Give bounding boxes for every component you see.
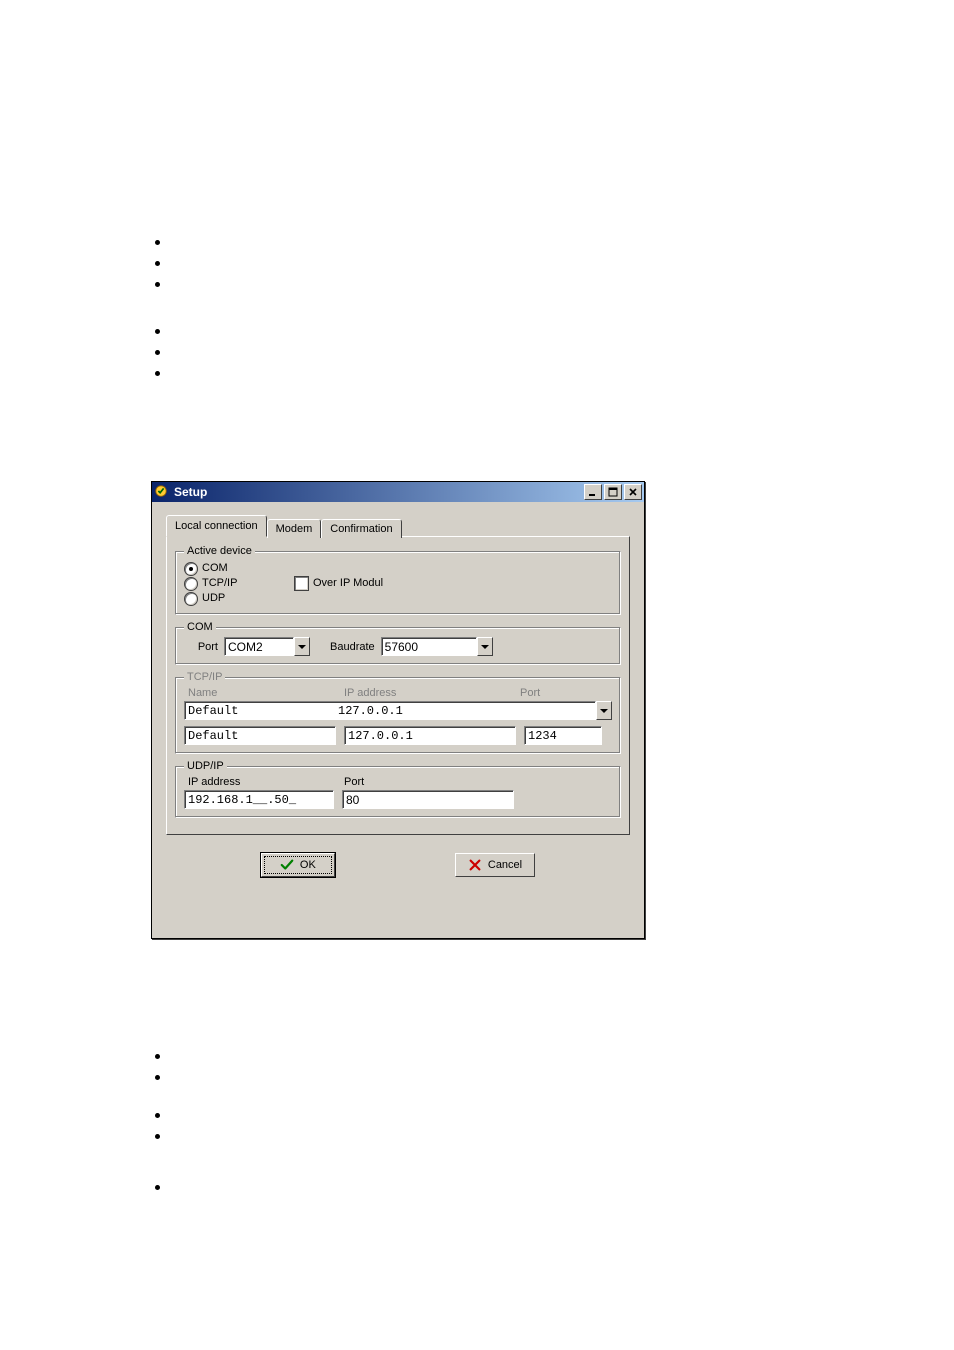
radio-udp[interactable]: UDP: [184, 591, 294, 606]
group-com: COM Port COM2 Baudrate 57600: [175, 621, 621, 665]
com-port-label: Port: [184, 641, 218, 653]
tcpip-port-input[interactable]: 1234: [524, 726, 602, 745]
dropdown-button[interactable]: [596, 701, 612, 720]
page-bullet-list: [155, 1113, 160, 1155]
tcpip-port-header: Port: [520, 687, 540, 699]
page-bullet-list: [155, 240, 160, 303]
checkbox-label: Over IP Modul: [313, 576, 383, 591]
tab-label: Confirmation: [330, 523, 392, 535]
tab-label: Modem: [276, 523, 313, 535]
tcpip-preset-display: Default 127.0.0.1: [184, 701, 596, 720]
group-udpip: UDP/IP IP address Port 192.168.1__.50_ 8…: [175, 760, 621, 818]
tcpip-ip-input[interactable]: 127.0.0.1: [344, 726, 516, 745]
bullet-icon: [155, 1054, 160, 1059]
button-bar: OK Cancel: [166, 835, 630, 881]
close-button[interactable]: [624, 484, 642, 500]
bullet-icon: [155, 282, 160, 287]
checkbox-icon: [294, 576, 309, 591]
tab-modem[interactable]: Modem: [267, 519, 322, 538]
tab-confirmation[interactable]: Confirmation: [321, 519, 401, 538]
udpip-port-input[interactable]: 80: [342, 790, 514, 809]
udpip-ip-input[interactable]: 192.168.1__.50_: [184, 790, 334, 809]
bullet-icon: [155, 1113, 160, 1118]
tab-local-connection[interactable]: Local connection: [166, 515, 267, 537]
udpip-ip-header: IP address: [184, 776, 338, 788]
chevron-down-icon: [298, 645, 306, 649]
titlebar[interactable]: Setup: [152, 482, 644, 502]
com-baud-value: 57600: [381, 637, 477, 656]
radio-label: TCP/IP: [202, 576, 237, 591]
group-legend: Active device: [184, 545, 255, 557]
tcpip-preset-ip: 127.0.0.1: [338, 704, 403, 718]
radio-icon: [184, 592, 198, 606]
bullet-icon: [155, 1075, 160, 1080]
tcpip-ip-header: IP address: [344, 687, 514, 699]
group-tcpip: TCP/IP Name IP address Port Default 127.…: [175, 671, 621, 754]
udpip-port-header: Port: [344, 776, 364, 788]
com-baud-label: Baudrate: [330, 641, 375, 653]
checkbox-over-ip-modul[interactable]: Over IP Modul: [294, 576, 383, 591]
com-port-value: COM2: [224, 637, 294, 656]
window-title: Setup: [174, 485, 582, 499]
tcpip-preset-combo[interactable]: Default 127.0.0.1: [184, 701, 612, 720]
dropdown-button[interactable]: [294, 637, 310, 656]
page-bullet-list: [155, 1054, 160, 1096]
app-icon: [154, 484, 170, 500]
radio-icon: [184, 577, 198, 591]
group-legend: COM: [184, 621, 216, 633]
chevron-down-icon: [600, 709, 608, 713]
button-label: OK: [300, 859, 316, 871]
check-icon: [280, 858, 294, 872]
com-baud-combo[interactable]: 57600: [381, 637, 493, 656]
group-active-device: Active device COM TCP/IP UDP: [175, 545, 621, 615]
setup-window: Setup Local connection Modem Confirmatio…: [151, 481, 645, 939]
bullet-icon: [155, 261, 160, 266]
com-port-combo[interactable]: COM2: [224, 637, 310, 656]
radio-tcpip[interactable]: TCP/IP: [184, 576, 294, 591]
chevron-down-icon: [481, 645, 489, 649]
cancel-button[interactable]: Cancel: [455, 853, 535, 877]
page-bullet-list: [155, 329, 160, 392]
radio-label: UDP: [202, 591, 225, 606]
tab-panel-local: Active device COM TCP/IP UDP: [166, 536, 630, 835]
bullet-icon: [155, 350, 160, 355]
bullet-icon: [155, 1134, 160, 1139]
bullet-icon: [155, 1185, 160, 1190]
bullet-icon: [155, 371, 160, 376]
tcpip-name-header: Name: [184, 687, 338, 699]
group-legend: TCP/IP: [184, 671, 225, 683]
tab-strip: Local connection Modem Confirmation: [166, 514, 630, 536]
radio-label: COM: [202, 561, 228, 576]
cross-icon: [468, 858, 482, 872]
radio-icon: [184, 562, 198, 576]
group-legend: UDP/IP: [184, 760, 227, 772]
dropdown-button[interactable]: [477, 637, 493, 656]
bullet-icon: [155, 329, 160, 334]
radio-com[interactable]: COM: [184, 561, 294, 576]
button-label: Cancel: [488, 859, 522, 871]
client-area: Local connection Modem Confirmation Acti…: [152, 502, 644, 891]
minimize-button[interactable]: [584, 484, 602, 500]
ok-button[interactable]: OK: [261, 853, 335, 877]
tab-label: Local connection: [175, 520, 258, 532]
page-bullet-list: [155, 1185, 160, 1206]
bullet-icon: [155, 240, 160, 245]
tcpip-preset-name: Default: [188, 704, 338, 718]
tcpip-name-input[interactable]: Default: [184, 726, 336, 745]
maximize-button[interactable]: [604, 484, 622, 500]
